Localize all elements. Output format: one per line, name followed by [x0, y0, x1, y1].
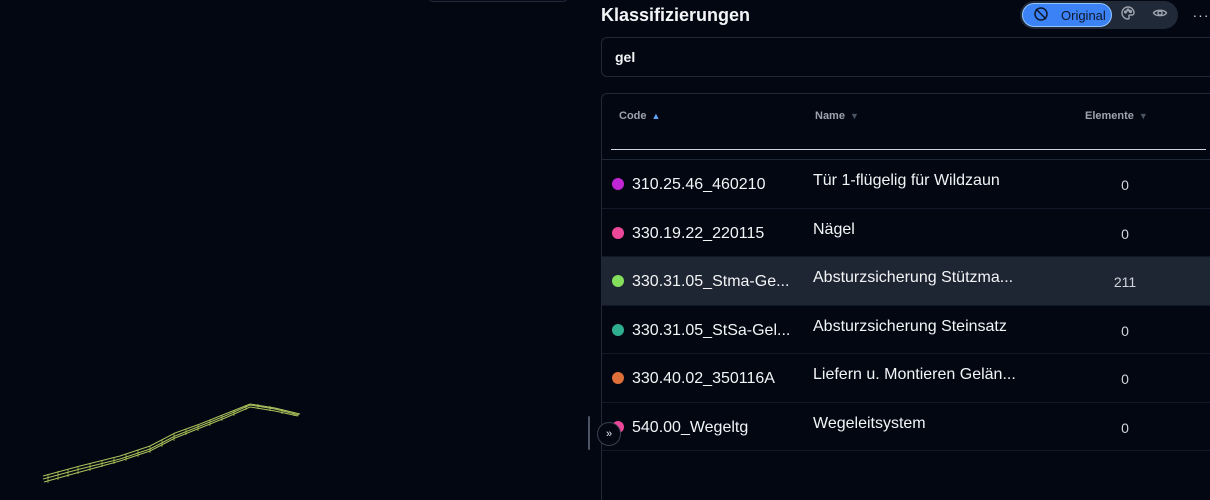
row-count: 0	[1121, 371, 1129, 387]
sort-chevron-down-icon: ▼	[849, 111, 859, 121]
mode-visibility-button[interactable]	[1144, 3, 1176, 27]
classifications-table: Code ▲ Name ▼ Elemente ▼ 310.25.46_46021…	[601, 93, 1210, 500]
table-row[interactable]: 540.00_Wegeltg Wegeleitsystem 0	[602, 403, 1210, 451]
row-code: 330.19.22_220115	[632, 224, 765, 242]
row-count: 0	[1121, 177, 1129, 193]
row-code: 330.31.05_StSa-Gel...	[632, 321, 791, 339]
row-count: 211	[1113, 274, 1137, 290]
sort-ascending-icon: ▲	[651, 111, 661, 121]
railing-model	[42, 403, 301, 483]
model-viewport[interactable]	[0, 0, 590, 500]
row-count: 0	[1121, 225, 1129, 242]
color-swatch[interactable]	[612, 226, 624, 239]
table-row[interactable]: 310.25.46_460210 Tür 1-flügelig für Wild…	[602, 160, 1210, 209]
more-horizontal-icon: ···	[1192, 7, 1210, 23]
color-swatch[interactable]	[612, 178, 624, 190]
expand-panel-button[interactable]: »	[597, 422, 621, 446]
more-options-button[interactable]: ···	[1191, 6, 1210, 24]
row-name: Liefern u. Montieren Gelän...	[813, 366, 1016, 383]
row-code: 540.00_Wegeltg	[632, 418, 749, 436]
color-swatch[interactable]	[612, 372, 624, 384]
classifications-panel: Klassifizierungen Original ··· gel Code …	[601, 0, 1210, 500]
column-label-name: Name	[815, 110, 845, 122]
column-label-code: Code	[619, 110, 647, 122]
row-code: 310.25.46_460210	[632, 176, 766, 193]
column-filter-underline	[611, 149, 1206, 150]
table-row[interactable]: 330.19.22_220115 Nägel 0	[602, 209, 1210, 257]
row-name: Absturzsicherung Steinsatz	[813, 317, 1007, 335]
mode-color-button[interactable]	[1112, 3, 1144, 27]
chevrons-right-icon: »	[605, 428, 613, 440]
eye-off-icon	[1033, 6, 1049, 25]
color-swatch[interactable]	[612, 275, 624, 287]
sort-chevron-down-icon: ▼	[1138, 111, 1148, 121]
table-row[interactable]: 330.31.05_StSa-Gel... Absturzsicherung S…	[602, 306, 1210, 354]
palette-icon	[1120, 5, 1136, 26]
table-header: Code ▲ Name ▼ Elemente ▼	[602, 94, 1210, 160]
row-code: 330.31.05_Stma-Ge...	[632, 273, 790, 290]
row-name: Absturzsicherung Stützma...	[813, 269, 1014, 286]
column-header-count[interactable]: Elemente ▼	[1085, 110, 1148, 122]
panel-resize-handle[interactable]	[588, 416, 590, 450]
table-row[interactable]: 330.40.02_350116A Liefern u. Montieren G…	[602, 354, 1210, 403]
row-name: Wegeleitsystem	[813, 414, 926, 432]
row-code: 330.40.02_350116A	[632, 370, 775, 387]
column-header-code[interactable]: Code ▲	[619, 110, 660, 122]
row-name: Tür 1-flügelig für Wildzaun	[813, 172, 1000, 189]
search-input[interactable]	[601, 37, 1210, 77]
mode-original-button[interactable]: Original	[1022, 3, 1112, 27]
table-row-selected[interactable]: 330.31.05_Stma-Ge... Absturzsicherung St…	[602, 257, 1210, 306]
row-count: 0	[1121, 419, 1129, 436]
panel-title: Klassifizierungen	[601, 5, 751, 25]
mode-original-label: Original	[1061, 7, 1106, 23]
color-swatch[interactable]	[612, 323, 624, 336]
eye-icon	[1152, 5, 1168, 26]
display-mode-switcher: Original	[1020, 1, 1178, 29]
column-label-count: Elemente	[1085, 110, 1134, 122]
row-count: 0	[1121, 322, 1129, 339]
column-header-name[interactable]: Name ▼	[815, 110, 859, 122]
row-name: Nägel	[813, 220, 855, 238]
